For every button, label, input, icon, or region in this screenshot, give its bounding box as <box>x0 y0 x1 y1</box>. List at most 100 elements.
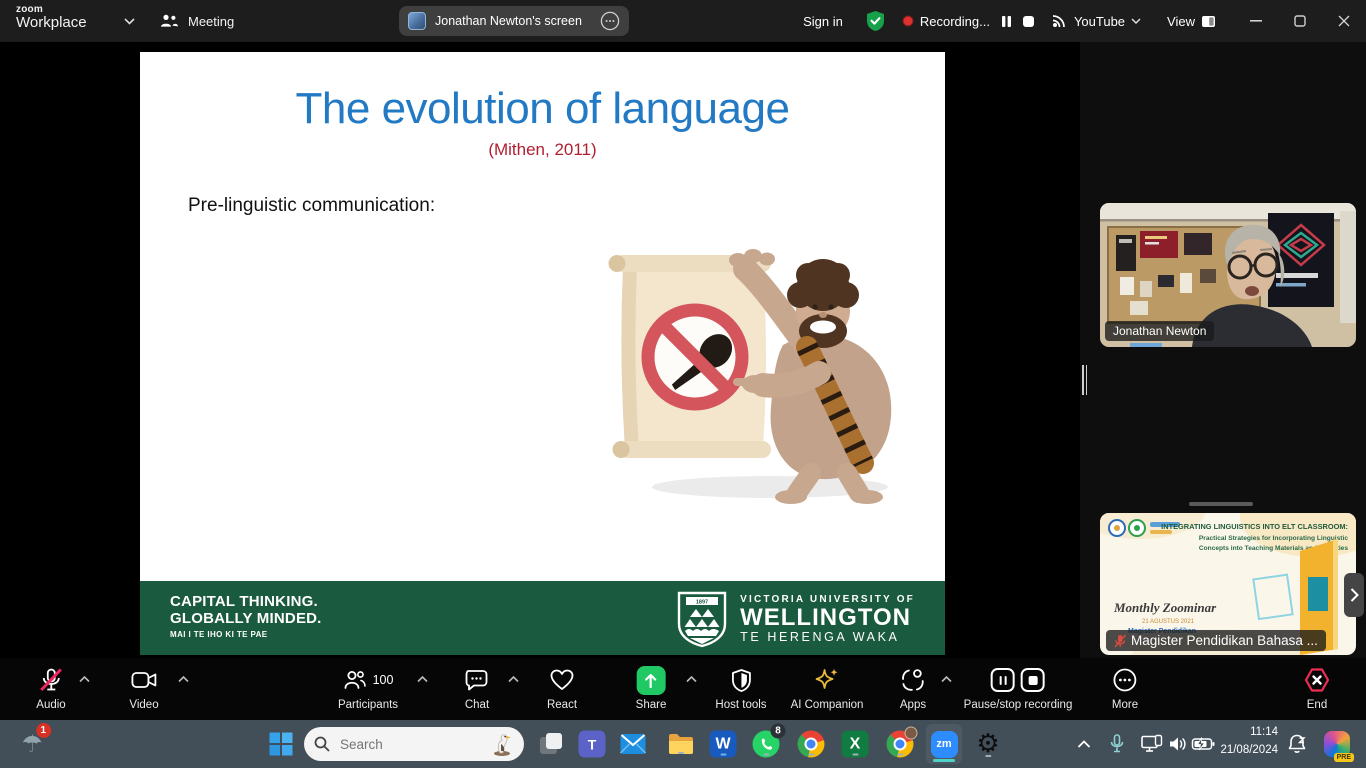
notification-bell-dnd-icon <box>1287 734 1307 755</box>
stop-recording-icon[interactable] <box>1021 668 1045 692</box>
participant-video-jonathan[interactable]: Jonathan Newton <box>1100 203 1356 347</box>
share-button[interactable]: Share <box>636 666 667 711</box>
audio-button[interactable]: Audio <box>36 666 65 711</box>
tab-meeting[interactable]: Meeting <box>160 0 234 42</box>
stop-recording-icon[interactable] <box>1022 15 1035 28</box>
participants-button[interactable]: 100 Participants <box>338 666 398 711</box>
shared-screen-pill[interactable]: Jonathan Newton's screen <box>399 6 629 36</box>
excel-app-icon[interactable]: X <box>842 731 869 758</box>
chat-bubble-icon <box>464 668 490 693</box>
notifications-button[interactable] <box>1287 734 1307 755</box>
video-camera-icon <box>130 669 158 691</box>
recording-label: Recording... <box>920 14 990 29</box>
close-button[interactable] <box>1322 0 1366 42</box>
zoom-active-indicator <box>933 759 955 762</box>
shared-screen-label: Jonathan Newton's screen <box>435 14 582 28</box>
speaker-icon <box>1168 736 1188 753</box>
chrome-running-indicator <box>808 753 814 756</box>
taskbar-clock[interactable]: 11:14 21/08/2024 <box>1220 724 1278 760</box>
ai-companion-button[interactable]: AI Companion <box>791 666 864 711</box>
apps-button[interactable]: Apps <box>900 666 926 711</box>
react-label: React <box>547 699 577 711</box>
share-chevron-icon[interactable] <box>686 676 697 683</box>
recording-label: Pause/stop recording <box>964 699 1073 711</box>
chat-button[interactable]: Chat <box>464 666 490 711</box>
maximize-button[interactable] <box>1278 0 1322 42</box>
next-videos-page-button[interactable] <box>1344 573 1364 617</box>
chrome-app-icon[interactable] <box>798 731 825 758</box>
apps-chevron-icon[interactable] <box>941 676 952 683</box>
clock-time: 11:14 <box>1220 724 1278 742</box>
participants-label: Participants <box>338 699 398 711</box>
participant-video-magister[interactable]: INTEGRATING LINGUISTICS INTO ELT CLASSRO… <box>1100 513 1356 655</box>
youtube-chevron-down-icon <box>1131 18 1141 24</box>
umbrella-notification-badge: 1 <box>36 723 51 738</box>
react-button[interactable]: React <box>547 666 577 711</box>
whatsapp-app-icon[interactable]: 8 <box>753 731 780 758</box>
sign-in-label: Sign in <box>803 14 843 29</box>
copilot-button[interactable]: PRE <box>1324 731 1350 757</box>
thumbnail-drag-handle[interactable] <box>1189 502 1253 506</box>
university-name: VICTORIA UNIVERSITY OF WELLINGTON TE HER… <box>740 594 915 644</box>
teams-app-icon[interactable]: T <box>579 731 606 758</box>
pause-recording-icon[interactable] <box>991 668 1015 692</box>
tray-umbrella-app-icon[interactable]: ☂ 1 <box>21 730 43 758</box>
zoom-workplace-logo: zoom Workplace <box>16 4 87 32</box>
host-tools-shield-icon <box>730 668 752 693</box>
ai-companion-sparkle-icon <box>813 667 841 693</box>
folder-running-indicator <box>678 752 684 755</box>
tray-expand-button[interactable] <box>1078 740 1091 748</box>
windows-taskbar: ☂ 1 <box>0 720 1366 768</box>
youtube-label: YouTube <box>1074 14 1125 29</box>
whatsapp-badge: 8 <box>771 724 786 739</box>
more-label: More <box>1112 699 1138 711</box>
poster-heading-2: Practical Strategies for Incorporating L… <box>1199 535 1348 542</box>
live-stream-icon <box>1051 14 1068 29</box>
meeting-stage: The evolution of language (Mithen, 2011)… <box>0 42 1366 658</box>
video-button[interactable]: Video <box>129 666 158 711</box>
minimize-button[interactable] <box>1234 0 1278 42</box>
workspace-chevron-down-icon[interactable] <box>124 18 135 25</box>
security-shield-icon[interactable] <box>865 10 886 32</box>
view-menu[interactable]: View <box>1167 14 1216 29</box>
search-input[interactable] <box>338 736 468 753</box>
clock-date: 21/08/2024 <box>1220 742 1278 760</box>
file-explorer-icon[interactable] <box>667 732 695 756</box>
tray-microphone[interactable] <box>1110 734 1125 754</box>
zoom-app-icon[interactable]: zm <box>926 724 962 764</box>
pill-more-options-icon[interactable] <box>600 11 620 31</box>
share-screen-icon <box>637 666 666 695</box>
mic-muted-icon <box>38 667 64 693</box>
sign-in-link[interactable]: Sign in <box>803 14 843 29</box>
tray-cast-device[interactable] <box>1141 735 1163 754</box>
word-app-icon[interactable]: W <box>710 731 737 758</box>
search-highlight-bird-icon[interactable] <box>492 732 514 756</box>
apps-icon <box>900 667 926 693</box>
tray-battery[interactable] <box>1192 737 1215 751</box>
chat-chevron-icon[interactable] <box>508 676 519 683</box>
shared-screen-area: The evolution of language (Mithen, 2011)… <box>0 42 1080 658</box>
video-sidebar: Jonathan Newton INTEGRATING LINGUISTICS … <box>1080 42 1366 658</box>
end-meeting-button[interactable]: End <box>1303 666 1331 711</box>
mic-muted-icon <box>1114 634 1126 648</box>
panel-resize-handle[interactable] <box>1082 365 1090 395</box>
pause-stop-recording-button[interactable]: Pause/stop recording <box>964 666 1073 711</box>
taskbar-search[interactable] <box>304 727 524 761</box>
brand-workplace-text: Workplace <box>16 15 87 32</box>
more-ellipsis-icon <box>1112 667 1138 693</box>
video-options-chevron-icon[interactable] <box>178 676 189 683</box>
participants-icon <box>343 668 367 692</box>
tagline-line2: GLOBALLY MINDED. <box>170 611 322 628</box>
tray-volume[interactable] <box>1168 736 1188 753</box>
settings-app-icon[interactable]: ⚙ <box>976 729 999 759</box>
task-view-button[interactable] <box>538 731 564 757</box>
mail-app-icon[interactable] <box>620 733 647 755</box>
pause-recording-icon[interactable] <box>1000 15 1013 28</box>
start-button[interactable] <box>269 732 294 757</box>
host-tools-button[interactable]: Host tools <box>715 666 766 711</box>
more-button[interactable]: More <box>1112 666 1138 711</box>
audio-options-chevron-icon[interactable] <box>79 676 90 683</box>
participants-chevron-icon[interactable] <box>417 676 428 683</box>
youtube-stream-menu[interactable]: YouTube <box>1074 14 1141 29</box>
chrome-profile-app-icon[interactable] <box>887 731 914 758</box>
